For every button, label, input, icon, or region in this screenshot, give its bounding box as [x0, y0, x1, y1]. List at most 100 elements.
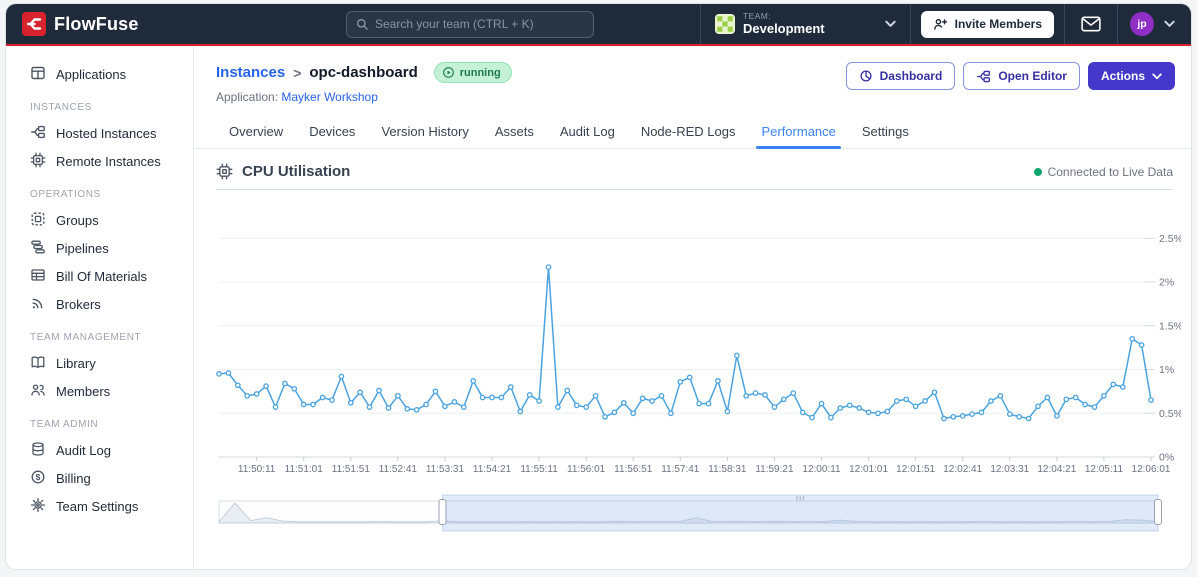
- data-point: [1082, 401, 1088, 408]
- user-menu[interactable]: jp: [1128, 12, 1177, 36]
- chevron-down-icon: [1152, 73, 1162, 80]
- people-icon: [30, 382, 46, 401]
- data-point: [846, 402, 853, 409]
- data-point: [507, 384, 514, 390]
- x-axis-label: 11:53:31: [426, 464, 465, 475]
- data-point: [244, 392, 251, 399]
- y-axis-label: 2.5%: [1159, 233, 1181, 245]
- minimap-grip-icon[interactable]: [796, 496, 798, 501]
- minimap-grip-icon[interactable]: [802, 496, 805, 501]
- actions-button[interactable]: Actions: [1087, 62, 1175, 90]
- data-point: [592, 392, 599, 399]
- cpu-series-line: [218, 266, 1152, 420]
- sidebar-item-members[interactable]: Members: [6, 377, 193, 405]
- x-axis-label: 11:52:41: [379, 464, 418, 475]
- x-axis-label: 11:58:31: [708, 464, 747, 475]
- data-point: [479, 394, 486, 401]
- data-point: [799, 409, 806, 416]
- data-point: [573, 402, 580, 409]
- play-circle-icon: [442, 66, 455, 79]
- sidebar-item-hosted-instances[interactable]: Hosted Instances: [6, 119, 193, 147]
- sidebar-item-label: Bill Of Materials: [56, 268, 148, 284]
- data-point: [583, 404, 590, 410]
- data-point: [413, 406, 420, 413]
- book-icon: [30, 354, 46, 373]
- data-point: [686, 374, 693, 381]
- sidebar-item-team-settings[interactable]: Team Settings: [6, 492, 193, 520]
- gear-icon: [30, 497, 46, 516]
- tab-version-history[interactable]: Version History: [368, 118, 481, 148]
- tab-settings[interactable]: Settings: [849, 118, 922, 148]
- application-line: Application: Mayker Workshop: [216, 90, 512, 104]
- data-point: [875, 410, 881, 417]
- tab-overview[interactable]: Overview: [216, 118, 296, 148]
- data-point: [1129, 336, 1136, 342]
- groups-icon: [30, 211, 46, 230]
- data-point: [884, 408, 891, 415]
- cpu-chart-svg: 0% 0.5% 1% 1.5% 2% 2.5% 11:50:11 11:51:01 11:51:…: [216, 233, 1183, 532]
- sidebar-item-brokers[interactable]: Brokers: [6, 290, 193, 318]
- instance-name: opc-dashboard: [309, 64, 418, 81]
- svg-text:$: $: [36, 472, 41, 482]
- data-point: [489, 394, 495, 401]
- data-point: [771, 404, 778, 410]
- open-editor-button[interactable]: Open Editor: [963, 62, 1080, 90]
- x-axis-label: 12:01:01: [849, 464, 888, 475]
- data-point: [818, 400, 825, 407]
- navbar-divider: [1117, 4, 1118, 44]
- data-point: [291, 385, 298, 392]
- tab-audit-log[interactable]: Audit Log: [547, 118, 628, 148]
- breadcrumb-separator: >: [293, 64, 302, 81]
- tab-devices[interactable]: Devices: [296, 118, 368, 148]
- data-point: [498, 394, 505, 401]
- data-point: [865, 409, 872, 416]
- data-point: [639, 395, 646, 402]
- tab-node-red-logs[interactable]: Node-RED Logs: [628, 118, 749, 148]
- data-point: [1016, 413, 1023, 420]
- y-axis-label: 1%: [1159, 364, 1174, 376]
- y-axis-label: 0%: [1159, 452, 1174, 464]
- search-icon: [355, 17, 369, 31]
- tab-assets[interactable]: Assets: [482, 118, 547, 148]
- data-point: [470, 378, 477, 384]
- cpu-utilisation-card: CPU Utilisation Connected to Live Data 0…: [194, 149, 1191, 539]
- application-label: Application:: [216, 90, 279, 104]
- sidebar-item-label: Pipelines: [56, 240, 109, 256]
- data-point: [1063, 396, 1070, 403]
- live-status-label: Connected to Live Data: [1047, 164, 1173, 179]
- live-data-status: Connected to Live Data: [1033, 164, 1173, 179]
- team-switcher[interactable]: TEAM: Development: [711, 11, 900, 36]
- x-axis-label: 12:06:01: [1132, 464, 1171, 475]
- breadcrumb-instances-link[interactable]: Instances: [216, 64, 285, 81]
- sidebar-item-groups[interactable]: Groups: [6, 206, 193, 234]
- data-point: [837, 405, 844, 411]
- search-input[interactable]: [374, 17, 585, 31]
- sidebar-item-remote-instances[interactable]: Remote Instances: [6, 147, 193, 175]
- data-point: [743, 392, 750, 399]
- sidebar-item-pipelines[interactable]: Pipelines: [6, 234, 193, 262]
- navbar-divider: [1064, 4, 1065, 44]
- data-point: [545, 264, 552, 270]
- application-link[interactable]: Mayker Workshop: [281, 90, 377, 104]
- flowfuse-logo[interactable]: FlowFuse: [22, 12, 139, 36]
- sidebar: Applications INSTANCES Hosted Instances …: [6, 46, 194, 569]
- sidebar-item-applications[interactable]: Applications: [6, 60, 193, 88]
- data-point: [1119, 384, 1126, 390]
- sidebar-item-library[interactable]: Library: [6, 349, 193, 377]
- sidebar-item-bill-of-materials[interactable]: Bill Of Materials: [6, 262, 193, 290]
- sidebar-item-billing[interactable]: $ Billing: [6, 464, 193, 492]
- x-axis-label: 11:57:41: [661, 464, 700, 475]
- sidebar-item-audit-log[interactable]: Audit Log: [6, 436, 193, 464]
- sidebar-section-operations: OPERATIONS: [30, 189, 101, 200]
- tab-performance[interactable]: Performance: [748, 118, 848, 149]
- dashboard-button[interactable]: Dashboard: [845, 62, 956, 90]
- invite-members-button[interactable]: Invite Members: [920, 10, 1054, 38]
- minimap-handle-left[interactable]: [438, 499, 447, 525]
- data-point: [282, 380, 288, 387]
- data-point: [329, 397, 335, 403]
- data-point: [668, 410, 674, 417]
- notifications-button[interactable]: [1075, 14, 1107, 34]
- minimap-handle-right[interactable]: [1154, 499, 1162, 525]
- minimap-grip-icon[interactable]: [799, 496, 801, 501]
- actions-button-label: Actions: [1100, 69, 1145, 83]
